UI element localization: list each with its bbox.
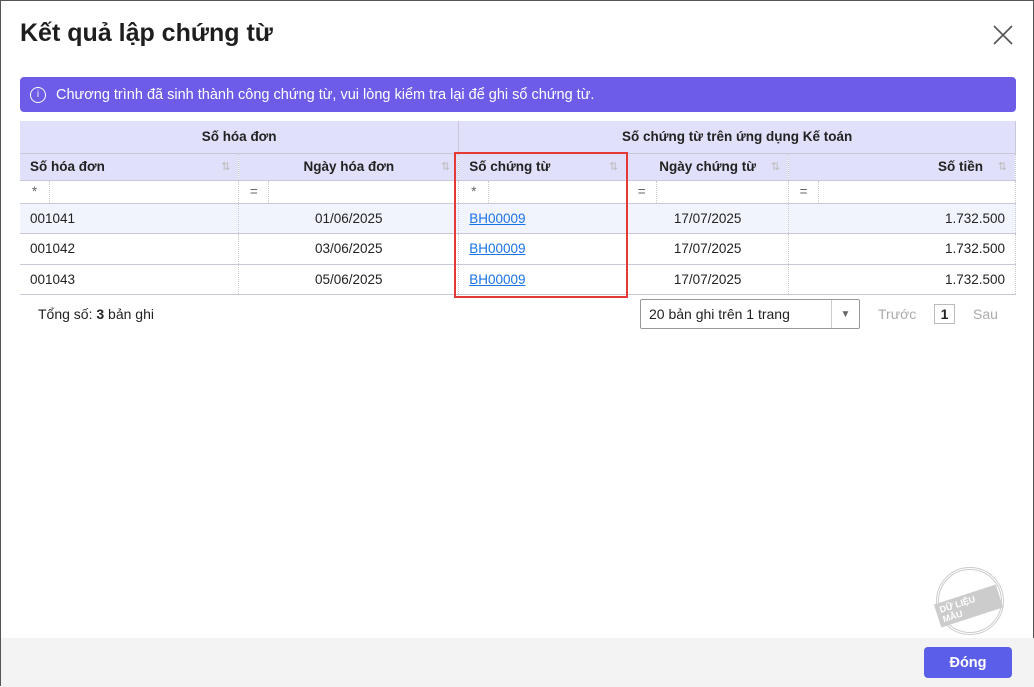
cell: 17/07/2025 [626,203,790,234]
cell-text: 1.732.500 [944,210,1005,226]
current-page[interactable]: 1 [934,304,955,324]
cell-text: 001043 [30,271,76,287]
cell: 1.732.500 [788,233,1016,265]
voucher-link[interactable]: BH00009 [469,272,525,287]
info-icon: i [30,86,46,103]
column-header-invoice-number[interactable]: Số hóa đơn ⇅ [20,153,240,181]
next-page-button[interactable]: Sau [973,306,998,322]
sort-icon: ⇅ [608,160,619,173]
page-size-select[interactable]: 20 bản ghi trên 1 trang ▼ [640,299,860,329]
cell-text: 05/06/2025 [315,271,383,287]
close-icon[interactable] [991,23,1015,47]
voucher-link[interactable]: BH00009 [469,241,525,256]
info-banner: i Chương trình đã sinh thành công chứng … [20,77,1016,112]
column-header-voucher-date[interactable]: Ngày chứng từ ⇅ [626,153,790,181]
cell: 03/06/2025 [238,233,460,265]
cell: 001041 [20,203,240,234]
prev-page-button[interactable]: Trước [878,306,916,322]
sort-icon: ⇅ [997,160,1007,173]
cell: 17/07/2025 [626,264,790,295]
cell: 001043 [20,264,240,295]
cell: 1.732.500 [788,264,1016,295]
cell: 01/06/2025 [238,203,460,234]
column-header-invoice-date[interactable]: Ngày hóa đơn ⇅ [238,153,460,181]
voucher-link[interactable]: BH00009 [469,211,525,226]
cell: 001042 [20,233,240,265]
column-header-amount[interactable]: Số tiền ⇅ [788,153,1016,181]
filter-amount[interactable]: = [788,180,1016,204]
cell-text: 17/07/2025 [673,271,742,287]
cell-text: 17/07/2025 [673,241,742,257]
close-button[interactable]: Đóng [924,647,1012,678]
column-header-voucher-number[interactable]: Số chứng từ ⇅ [458,153,628,181]
cell-text: 1.732.500 [944,241,1005,257]
sort-icon: ⇅ [441,160,451,173]
dialog-title: Kết quả lập chứng từ [20,19,273,47]
filter-invoice-number[interactable]: * [20,180,240,204]
cell-text: 001041 [30,210,76,226]
cell: BH00009 [458,264,628,295]
filter-voucher-date[interactable]: = [626,180,790,204]
cell-text: 001042 [30,241,76,257]
total-records: Tổng số: 3 bản ghi [38,306,154,322]
cell: 05/06/2025 [238,264,460,295]
sample-data-stamp: DỮ LIỆU MẪU [933,567,1004,635]
cell-text: 01/06/2025 [315,210,383,226]
cell: 1.732.500 [788,203,1016,234]
table-row: 001043 05/06/2025 BH00009 17/07/2025 1.732.5… [20,264,1016,295]
table-row: 001042 03/06/2025 BH00009 17/07/2025 1.732.5… [20,233,1016,265]
cell-text: 1.732.500 [944,271,1005,287]
sort-icon: ⇅ [221,160,231,173]
results-table: Số hóa đơn Số chứng từ trên ứng dụng Kế … [20,121,1016,295]
dialog-footer [1,638,1034,687]
table-row: 001041 01/06/2025 BH00009 17/07/2025 1.732.5… [20,203,1016,234]
cell: BH00009 [458,203,628,234]
group-header-voucher: Số chứng từ trên ứng dụng Kế toán [458,121,1016,154]
filter-invoice-date[interactable]: = [238,180,460,204]
cell: BH00009 [458,233,628,265]
chevron-down-icon: ▼ [831,300,859,328]
group-header-invoice: Số hóa đơn [20,121,460,154]
sort-icon: ⇅ [770,160,781,173]
cell-text: 03/06/2025 [315,241,383,257]
filter-voucher-number[interactable]: * [458,180,628,204]
banner-text: Chương trình đã sinh thành công chứng từ… [56,86,595,103]
cell: 17/07/2025 [626,233,790,265]
cell-text: 17/07/2025 [673,210,742,226]
